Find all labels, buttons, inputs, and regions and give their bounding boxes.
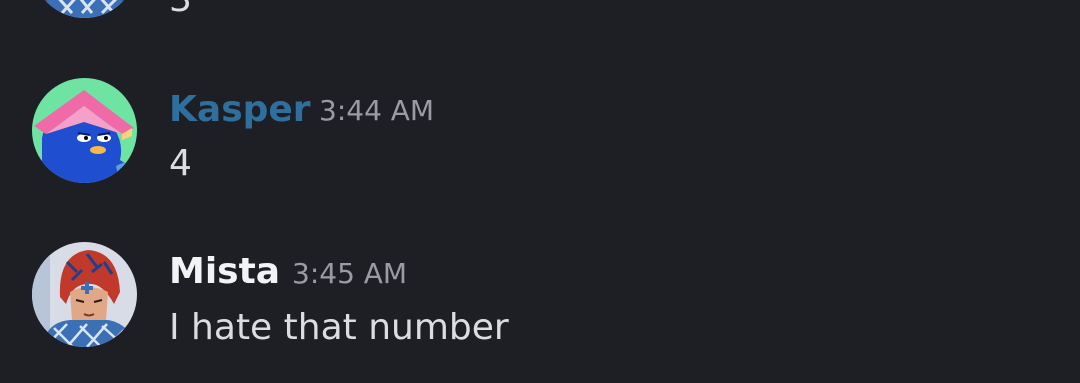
message-timestamp: 3:45 AM (292, 257, 408, 290)
mista-avatar-icon (32, 0, 137, 18)
message-content: 3 (169, 0, 192, 18)
mista-avatar-icon (32, 242, 137, 347)
message-author[interactable]: Kasper (169, 92, 311, 128)
avatar[interactable] (32, 242, 137, 347)
kasper-avatar-icon (32, 78, 137, 183)
chat-message-list: 3 Kasper (0, 0, 1080, 383)
message-timestamp: 3:44 AM (319, 94, 435, 127)
avatar[interactable] (32, 0, 137, 18)
message-content: 4 (169, 143, 192, 184)
avatar[interactable] (32, 78, 137, 183)
message-author[interactable]: Mista (169, 254, 280, 290)
message-content: I hate that number (169, 307, 509, 348)
